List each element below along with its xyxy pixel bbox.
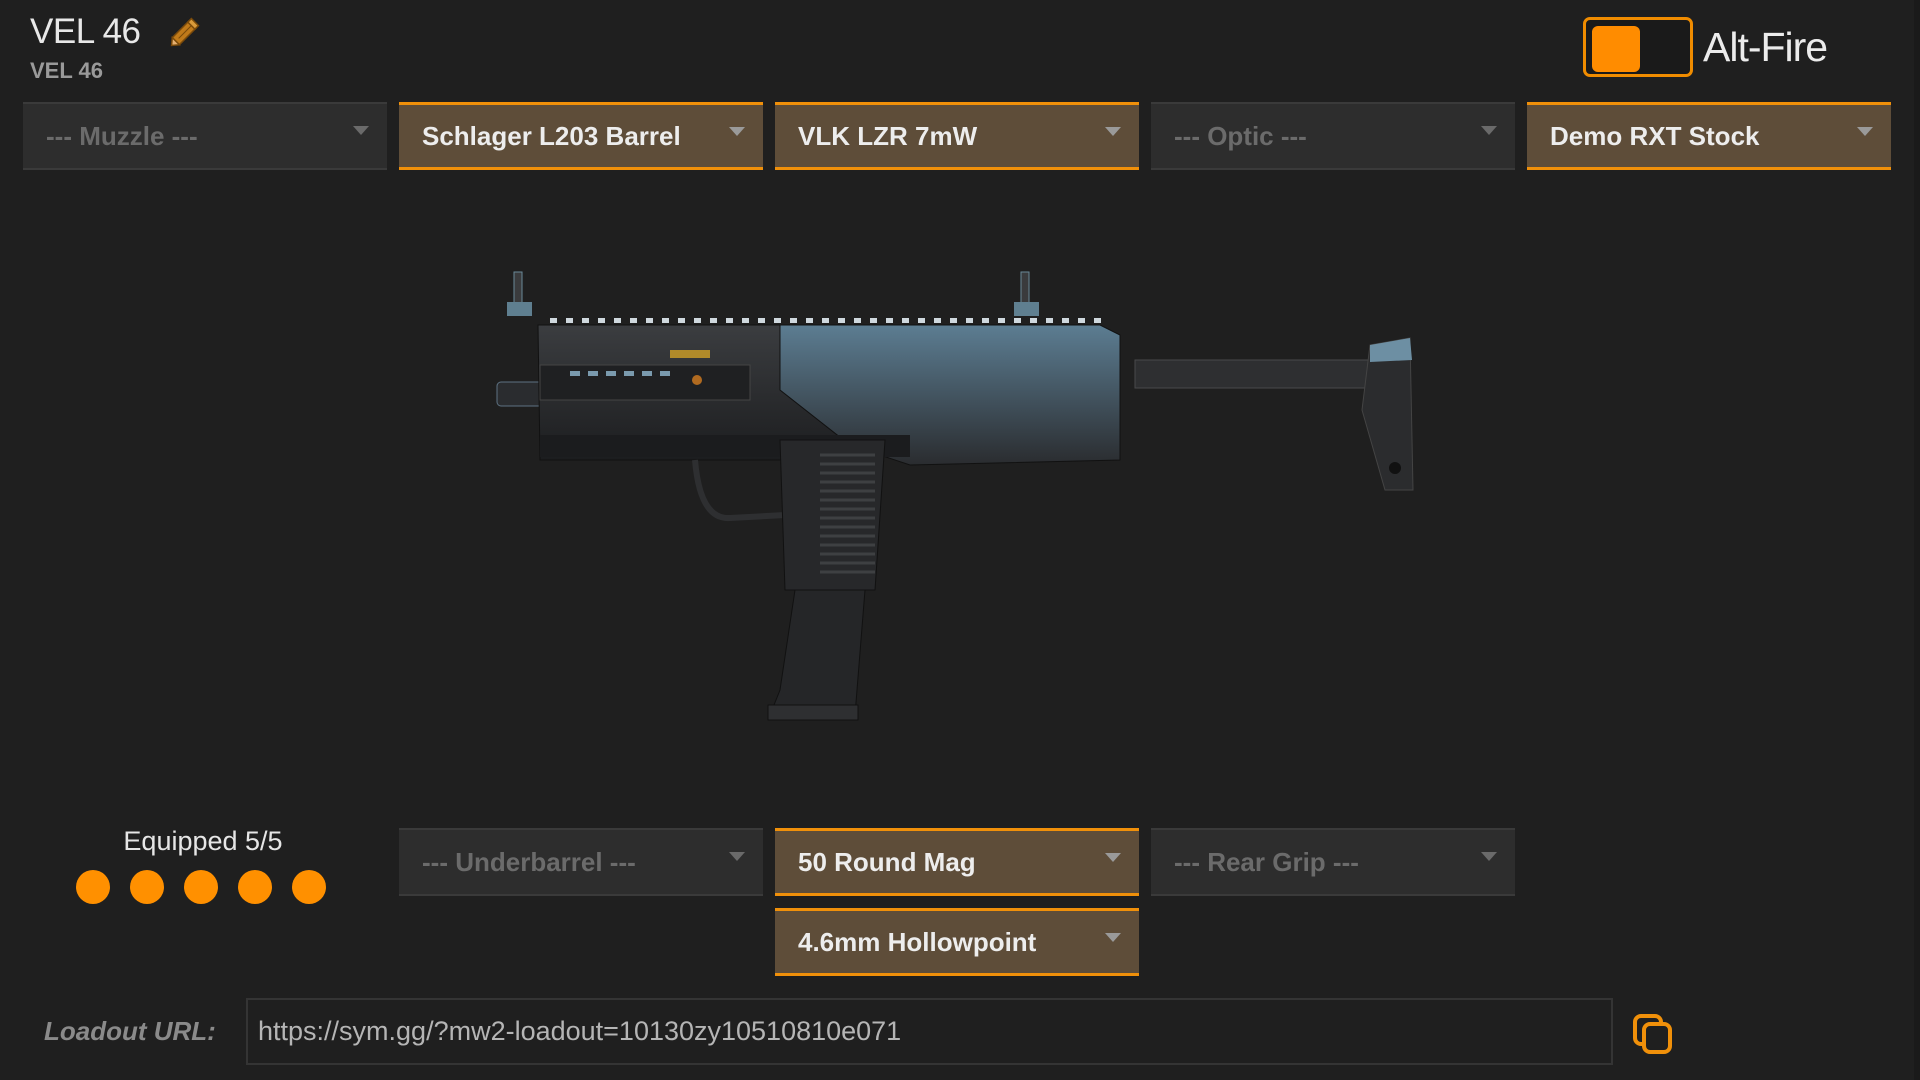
chevron-down-icon <box>1105 127 1121 136</box>
rail-notch <box>646 318 653 323</box>
alt-fire-toggle[interactable] <box>1583 17 1693 77</box>
rail-notch <box>998 318 1005 323</box>
optic-dropdown[interactable]: --- Optic --- <box>1151 102 1515 170</box>
rail-notch <box>630 318 637 323</box>
rail-notch <box>774 318 781 323</box>
rail-notch <box>742 318 749 323</box>
chevron-down-icon <box>1857 127 1873 136</box>
chevron-down-icon <box>1481 126 1497 135</box>
muzzle-dropdown[interactable]: --- Muzzle --- <box>23 102 387 170</box>
weapon-subtitle: VEL 46 <box>30 58 103 83</box>
rail-notch <box>1030 318 1037 323</box>
ammunition-dropdown-label: 4.6mm Hollowpoint <box>798 926 1037 957</box>
rail-notch <box>934 318 941 323</box>
laser-dropdown[interactable]: VLK LZR 7mW <box>775 102 1139 170</box>
rail-notch <box>918 318 925 323</box>
rail-notch <box>902 318 909 323</box>
loadout-url-input[interactable] <box>246 998 1613 1065</box>
rail-notch <box>662 318 669 323</box>
magazine-dropdown-label: 50 Round Mag <box>798 846 976 877</box>
equipped-dot <box>76 870 110 904</box>
chevron-down-icon <box>729 127 745 136</box>
rail-notch <box>950 318 957 323</box>
rail-notch <box>1094 318 1101 323</box>
rail-notch <box>886 318 893 323</box>
equipped-indicator <box>76 870 326 904</box>
weapon-image <box>496 271 1414 721</box>
rail-notch <box>566 318 573 323</box>
laser-dropdown-label: VLK LZR 7mW <box>798 120 978 151</box>
toggle-knob <box>1592 26 1640 72</box>
equipped-dot <box>184 870 218 904</box>
chevron-down-icon <box>729 852 745 861</box>
rail-notch <box>1078 318 1085 323</box>
rail-notch <box>678 318 685 323</box>
equipped-count: Equipped 5/5 <box>123 826 283 856</box>
rail-notch <box>870 318 877 323</box>
rail-notch <box>582 318 589 323</box>
optic-dropdown-label: --- Optic --- <box>1174 120 1307 151</box>
rail-notch <box>966 318 973 323</box>
magazine-dropdown[interactable]: 50 Round Mag <box>775 828 1139 896</box>
rail-notch <box>854 318 861 323</box>
rail-notch <box>822 318 829 323</box>
weapon-title: VEL 46 <box>30 12 141 51</box>
rail-notch <box>598 318 605 323</box>
underbarrel-dropdown-label: --- Underbarrel --- <box>422 846 636 877</box>
rail-notch <box>1046 318 1053 323</box>
rail-notch <box>1062 318 1069 323</box>
barrel-dropdown[interactable]: Schlager L203 Barrel <box>399 102 763 170</box>
rail-notch <box>726 318 733 323</box>
muzzle-dropdown-label: --- Muzzle --- <box>46 120 198 151</box>
equipped-dot <box>130 870 164 904</box>
pencil-icon[interactable] <box>166 14 204 50</box>
alt-fire-label: Alt-Fire <box>1703 23 1828 70</box>
rail-notch <box>982 318 989 323</box>
ammunition-dropdown[interactable]: 4.6mm Hollowpoint <box>775 908 1139 976</box>
chevron-down-icon <box>1481 852 1497 861</box>
loadout-url-label: Loadout URL: <box>44 1016 216 1046</box>
rail-notch <box>806 318 813 323</box>
chevron-down-icon <box>353 126 369 135</box>
chevron-down-icon <box>1105 853 1121 862</box>
rail-notch <box>694 318 701 323</box>
rear-grip-dropdown-label: --- Rear Grip --- <box>1174 846 1359 877</box>
stock-dropdown-label: Demo RXT Stock <box>1550 120 1760 151</box>
rail-notch <box>790 318 797 323</box>
rail-notch <box>710 318 717 323</box>
stock-dropdown[interactable]: Demo RXT Stock <box>1527 102 1891 170</box>
rail-notch <box>838 318 845 323</box>
barrel-dropdown-label: Schlager L203 Barrel <box>422 120 681 151</box>
equipped-dot <box>292 870 326 904</box>
rail-notch <box>550 318 557 323</box>
chevron-down-icon <box>1105 933 1121 942</box>
rail-notch <box>614 318 621 323</box>
rail-notch <box>1014 318 1021 323</box>
right-edge-shadow <box>1914 0 1920 1080</box>
copy-icon[interactable] <box>1630 1010 1676 1056</box>
rail-notch <box>758 318 765 323</box>
underbarrel-dropdown[interactable]: --- Underbarrel --- <box>399 828 763 896</box>
alt-fire-control: Alt-Fire <box>1583 17 1828 77</box>
equipped-dot <box>238 870 272 904</box>
rear-grip-dropdown[interactable]: --- Rear Grip --- <box>1151 828 1515 896</box>
